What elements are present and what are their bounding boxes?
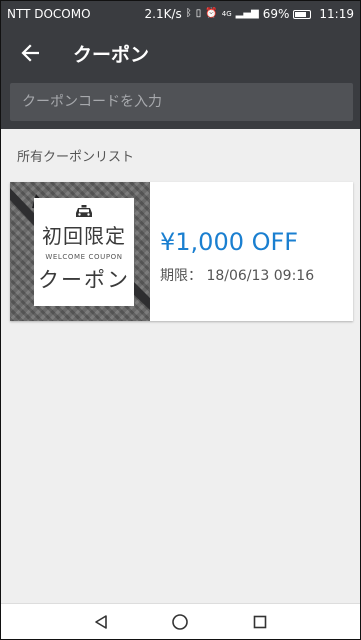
- coupon-image: 初回限定 WELCOME COUPON クーポン: [10, 182, 150, 321]
- alarm-icon: ⏰: [205, 8, 218, 19]
- bluetooth-icon: ᛒ: [185, 8, 192, 19]
- network-speed: 2.1K/s: [144, 7, 182, 21]
- network-type-label: 4G: [221, 9, 232, 18]
- section-label: 所有クーポンリスト: [17, 150, 135, 165]
- triangle-back-icon: [95, 614, 107, 629]
- coupon-amount: ¥1,000 OFF: [160, 228, 299, 256]
- status-bar: NTT DOCOMO 2.1K/s ᛒ ▯ ⏰ 4G ▂▄▆ 69% 11:19: [1, 1, 360, 27]
- toolbar: クーポン: [1, 27, 360, 79]
- square-recents-icon: [253, 615, 267, 628]
- coupon-image-subtitle: WELCOME COUPON: [45, 253, 123, 261]
- coupon-image-title: 初回限定: [42, 224, 126, 248]
- nav-recents-button[interactable]: [245, 607, 275, 637]
- coupon-label: 初回限定 WELCOME COUPON クーポン: [34, 198, 134, 306]
- nav-home-button[interactable]: [165, 607, 195, 637]
- vibrate-icon: ▯: [195, 8, 202, 19]
- coupon-card[interactable]: 初回限定 WELCOME COUPON クーポン ¥1,000 OFF 期限： …: [10, 182, 353, 321]
- battery-icon: [293, 9, 312, 19]
- signal-icon: ▂▄▆: [235, 8, 259, 19]
- coupon-image-bottom: クーポン: [38, 268, 130, 292]
- coupon-expiry: 期限： 18/06/13 09:16: [160, 268, 315, 284]
- app-bar: クーポン: [1, 27, 360, 129]
- circle-home-icon: [172, 613, 189, 630]
- nav-back-button[interactable]: [86, 607, 116, 637]
- back-button[interactable]: [1, 27, 59, 79]
- battery-percent: 69%: [262, 7, 290, 21]
- page-title: クーポン: [73, 43, 150, 66]
- arrow-back-icon: [21, 44, 39, 62]
- coupon-code-input[interactable]: [10, 83, 353, 121]
- status-icons: 2.1K/s ᛒ ▯ ⏰ 4G ▂▄▆ 69% 11:19: [145, 7, 354, 21]
- clock: 11:19: [319, 7, 354, 21]
- carrier-label: NTT DOCOMO: [7, 7, 91, 21]
- navigation-bar: [1, 603, 360, 639]
- coupon-info: ¥1,000 OFF 期限： 18/06/13 09:16: [150, 182, 353, 321]
- taxi-icon: [34, 205, 134, 218]
